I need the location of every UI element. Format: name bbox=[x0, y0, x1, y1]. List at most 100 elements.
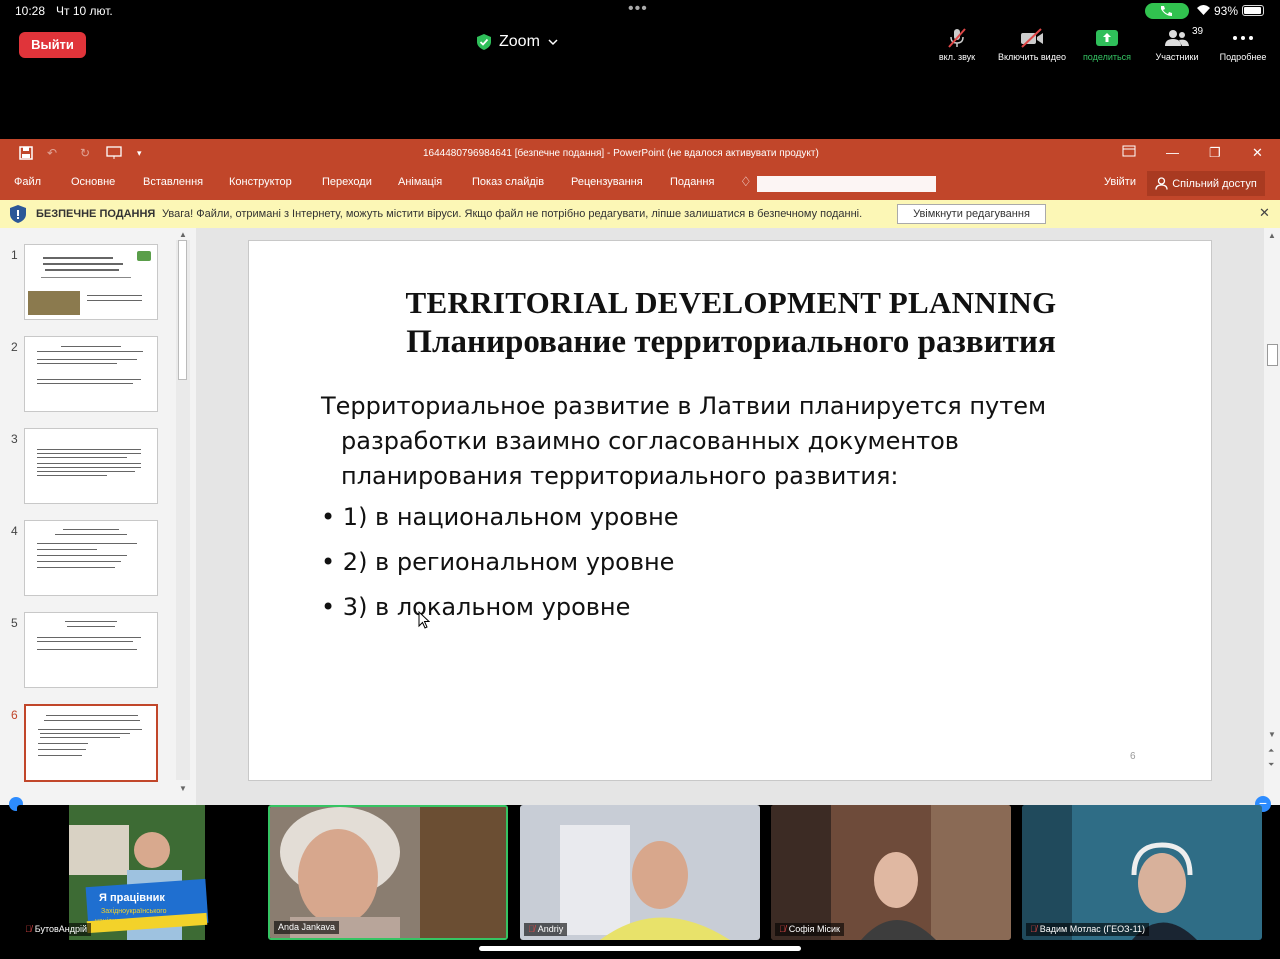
tab-design[interactable]: Конструктор bbox=[229, 176, 292, 188]
thumb-text-line bbox=[46, 715, 138, 716]
tab-view[interactable]: Подання bbox=[670, 176, 714, 188]
thumb-text-line bbox=[37, 567, 115, 568]
meeting-title[interactable]: Zoom bbox=[477, 31, 558, 53]
tab-review[interactable]: Рецензування bbox=[571, 176, 643, 188]
minimize-icon[interactable]: — bbox=[1166, 145, 1179, 160]
video-off-icon bbox=[1021, 28, 1043, 48]
ribbon-display-icon[interactable] bbox=[1122, 145, 1136, 160]
next-slide-icon[interactable]: ⏷ bbox=[1268, 760, 1274, 770]
sign-in-link[interactable]: Увійти bbox=[1104, 176, 1136, 188]
participant-tile[interactable]: 🎙̸ Andriy bbox=[520, 805, 760, 940]
close-warning-icon[interactable]: ✕ bbox=[1259, 205, 1270, 221]
share-label: поделиться bbox=[1082, 52, 1132, 62]
status-date: Чт 10 лют. bbox=[56, 4, 113, 18]
thumb-text-line bbox=[37, 475, 107, 476]
more-button[interactable]: Подробнее bbox=[1213, 26, 1273, 66]
user-icon bbox=[1155, 177, 1168, 190]
thumbnail-3[interactable]: 3 bbox=[0, 428, 170, 506]
scroll-down-icon[interactable]: ▼ bbox=[179, 784, 187, 793]
restore-icon[interactable]: ❐ bbox=[1209, 145, 1221, 161]
ppt-share-button[interactable]: Спільний доступ bbox=[1147, 171, 1265, 196]
thumb-text-line bbox=[37, 363, 117, 364]
participant-tile[interactable]: Я працівник Західноукраїнського націонал… bbox=[17, 805, 257, 940]
prev-slide-icon[interactable]: ⏶ bbox=[1268, 746, 1274, 756]
tab-transitions[interactable]: Переходи bbox=[322, 176, 372, 188]
leave-button[interactable]: Выйти bbox=[19, 32, 86, 58]
participant-name-label: 🎙̸ Вадим Мотлас (ГЕОЗ-11) bbox=[1026, 923, 1149, 936]
thumbnails-scrollbar[interactable]: ▲ ▼ bbox=[176, 228, 190, 794]
ribbon-tabs: Файл Основне Вставлення Конструктор Пере… bbox=[0, 170, 1280, 200]
protected-shield-icon bbox=[10, 205, 26, 223]
zoom-screen: 10:28 Чт 10 лют. ••• 93% Выйти Zoom вкл.… bbox=[0, 0, 1280, 959]
unmute-button[interactable]: вкл. звук bbox=[932, 26, 982, 66]
protected-view-bar: БЕЗПЕЧНЕ ПОДАННЯ Увага! Файли, отримані … bbox=[0, 200, 1280, 228]
tab-slideshow[interactable]: Показ слайдів bbox=[472, 176, 544, 188]
undo-icon[interactable]: ↶ bbox=[47, 146, 57, 160]
thumbnail-number: 5 bbox=[11, 616, 18, 630]
scroll-thumb[interactable] bbox=[1267, 344, 1278, 366]
scroll-up-icon[interactable]: ▲ bbox=[179, 230, 187, 239]
paragraph-line: разработки взаимно согласованных докумен… bbox=[341, 427, 959, 455]
thumb-text-line bbox=[37, 471, 135, 472]
thumb-text-line bbox=[37, 351, 143, 352]
save-icon[interactable] bbox=[19, 146, 33, 163]
presentation-start-icon[interactable] bbox=[106, 146, 122, 163]
status-time: 10:28 bbox=[15, 4, 46, 18]
close-icon[interactable]: ✕ bbox=[1252, 145, 1263, 161]
home-indicator[interactable] bbox=[479, 946, 801, 951]
protected-view-heading: БЕЗПЕЧНЕ ПОДАННЯ bbox=[36, 208, 156, 220]
thumb-text-line bbox=[37, 549, 97, 550]
thumb-text-line bbox=[38, 729, 142, 730]
thumbnail-4[interactable]: 4 bbox=[0, 520, 170, 598]
banner-line2: Західноукраїнського bbox=[101, 907, 167, 915]
thumbnail-5[interactable]: 5 bbox=[0, 612, 170, 690]
paragraph-line: Территориальное развитие в Латвии планир… bbox=[321, 392, 1047, 420]
slide-paragraph: Территориальное развитие в Латвии планир… bbox=[321, 389, 1171, 494]
scroll-up-icon[interactable]: ▲ bbox=[1268, 231, 1276, 240]
tab-insert[interactable]: Вставлення bbox=[143, 176, 203, 188]
thumbnail-1[interactable]: 1 bbox=[0, 244, 170, 322]
bullet-item: • 2) в региональном уровне bbox=[321, 548, 675, 576]
thumb-text-line bbox=[37, 359, 137, 360]
share-button[interactable]: поделиться bbox=[1076, 26, 1138, 66]
mic-muted-icon: 🎙̸ bbox=[528, 924, 535, 934]
multitask-dots-icon[interactable]: ••• bbox=[628, 0, 648, 18]
participant-tile[interactable]: 🎙̸ Софія Місик bbox=[771, 805, 1011, 940]
participant-name: Anda Jankava bbox=[278, 922, 336, 932]
ppt-titlebar: ↶ ↻ ▾ 1644480796984641 [безпечне подання… bbox=[0, 139, 1280, 170]
participant-name-label: Anda Jankava bbox=[274, 921, 340, 934]
call-indicator[interactable] bbox=[1145, 3, 1189, 19]
participant-name: Софія Місик bbox=[788, 924, 840, 934]
share-icon bbox=[1096, 30, 1118, 46]
participant-video bbox=[771, 805, 1011, 940]
thumbnail-number: 3 bbox=[11, 432, 18, 446]
tab-file[interactable]: Файл bbox=[14, 176, 41, 188]
enable-editing-button[interactable]: Увімкнути редагування bbox=[897, 204, 1046, 224]
participant-name-label: 🎙̸ БутовАндрій bbox=[21, 923, 92, 936]
battery-icon bbox=[1242, 5, 1264, 16]
participant-tile-active-speaker[interactable]: Anda Jankava bbox=[268, 805, 508, 940]
participant-name: Andriy bbox=[537, 924, 564, 934]
tab-home[interactable]: Основне bbox=[71, 176, 115, 188]
participants-count: 39 bbox=[1192, 26, 1204, 37]
thumb-text-line bbox=[37, 453, 141, 454]
thumb-text-line bbox=[43, 257, 113, 259]
editor-scrollbar[interactable]: ▲ ▼ ⏶ ⏷ bbox=[1265, 228, 1280, 805]
start-video-button[interactable]: Включить видео bbox=[994, 26, 1070, 66]
thumbnail-6[interactable]: 6 bbox=[0, 704, 170, 782]
battery-percent: 93% bbox=[1214, 4, 1239, 18]
participant-tile[interactable]: 🎙̸ Вадим Мотлас (ГЕОЗ-11) bbox=[1022, 805, 1262, 940]
scroll-down-icon[interactable]: ▼ bbox=[1268, 730, 1276, 739]
thumbnail-2[interactable]: 2 bbox=[0, 336, 170, 414]
tell-me-search-field[interactable] bbox=[757, 176, 936, 192]
participant-video bbox=[520, 805, 760, 940]
thumbnail-number: 6 bbox=[11, 708, 18, 722]
banner-line3: національного університету bbox=[95, 917, 186, 925]
thumb-text-line bbox=[37, 379, 141, 380]
scroll-thumb[interactable] bbox=[178, 240, 187, 380]
thumb-text-line bbox=[67, 626, 115, 627]
tab-animations[interactable]: Анімація bbox=[398, 176, 442, 188]
banner-line1: Я працівник bbox=[99, 892, 165, 904]
redo-icon[interactable]: ↻ bbox=[80, 146, 90, 160]
customize-toolbar-icon[interactable]: ▾ bbox=[137, 148, 142, 159]
